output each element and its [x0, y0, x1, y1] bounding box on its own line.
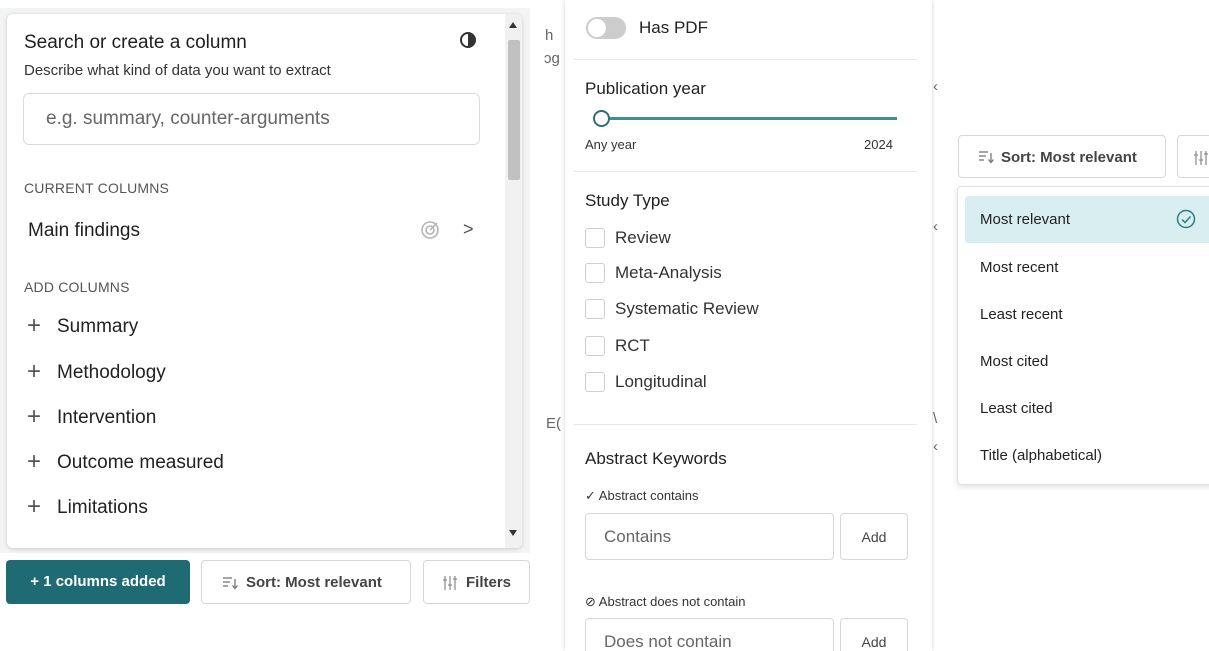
sort-icon: [979, 151, 994, 164]
add-column-label: Summary: [57, 316, 139, 337]
sort-button[interactable]: Sort: Most relevant: [958, 135, 1166, 178]
filters-button[interactable]: Filters: [423, 560, 530, 604]
checkbox[interactable]: [585, 228, 605, 248]
background-text-fragment: h: [545, 27, 554, 44]
add-column-item[interactable]: + Limitations: [7, 490, 502, 528]
sort-button-label: Sort: Most relevant: [1001, 149, 1137, 166]
abstract-not-contains-add-button[interactable]: Add: [840, 618, 908, 651]
study-type-heading: Study Type: [585, 191, 670, 210]
abstract-contains-add-button[interactable]: Add: [840, 513, 908, 560]
background-text-fragment: ɔg: [544, 50, 560, 67]
abstract-contains-input[interactable]: [585, 513, 834, 560]
sort-option-label: Most relevant: [980, 211, 1071, 228]
sort-option-label: Most recent: [980, 259, 1059, 276]
plus-icon: +: [27, 358, 42, 385]
add-column-label: Intervention: [57, 407, 157, 428]
year-min-label: Any year: [585, 137, 637, 152]
checkbox-label: Systematic Review: [615, 299, 759, 318]
year-slider-track[interactable]: [602, 117, 897, 120]
column-search-input[interactable]: [23, 93, 480, 145]
abstract-contains-heading: ✓ Abstract contains: [585, 488, 699, 503]
checkbox[interactable]: [585, 299, 605, 319]
abstract-not-contains-heading: ⊘ Abstract does not contain: [585, 594, 746, 609]
publication-year-heading: Publication year: [585, 79, 706, 98]
sort-option-most-recent[interactable]: Most recent: [965, 244, 1209, 291]
column-panel: Search or create a column Describe what …: [7, 14, 522, 548]
scroll-up-arrow-icon[interactable]: [509, 22, 517, 28]
background-text-fragment: ‹: [933, 438, 938, 455]
toggle-knob: [588, 19, 606, 37]
divider: [574, 171, 917, 172]
has-pdf-label: Has PDF: [639, 18, 708, 37]
year-max-label: 2024: [864, 137, 893, 152]
chevron-right-icon[interactable]: >: [463, 219, 474, 240]
add-columns-heading: ADD COLUMNS: [24, 279, 130, 295]
checkbox-label: RCT: [615, 336, 650, 355]
sort-option-most-relevant[interactable]: Most relevant: [965, 196, 1209, 243]
sort-dropdown-menu: Most relevant Most recent Least recent M…: [957, 186, 1209, 485]
add-column-label: Outcome measured: [57, 452, 224, 473]
scrollbar-thumb[interactable]: [508, 40, 520, 180]
checkbox[interactable]: [585, 336, 605, 356]
column-panel-subtitle: Describe what kind of data you want to e…: [24, 62, 331, 79]
sort-option-title-alphabetical[interactable]: Title (alphabetical): [965, 432, 1209, 479]
checkbox[interactable]: [585, 372, 605, 392]
abstract-keywords-heading: Abstract Keywords: [585, 449, 727, 468]
add-column-item[interactable]: + Summary: [7, 309, 502, 347]
abstract-not-contains-input[interactable]: [585, 618, 834, 651]
columns-added-button[interactable]: + 1 columns added: [6, 560, 190, 604]
year-slider-handle[interactable]: [593, 110, 610, 127]
checkbox-label: Meta-Analysis: [615, 263, 722, 282]
column-panel-title: Search or create a column: [24, 32, 247, 53]
sort-icon: [223, 577, 238, 590]
sliders-icon: [443, 576, 457, 590]
filters-button[interactable]: [1177, 135, 1209, 178]
sort-option-label: Least cited: [980, 400, 1053, 417]
checkbox-label: Review: [615, 228, 671, 247]
sort-option-least-cited[interactable]: Least cited: [965, 385, 1209, 432]
sort-button[interactable]: Sort: Most relevant: [201, 560, 411, 604]
current-columns-heading: CURRENT COLUMNS: [24, 180, 170, 196]
scroll-down-arrow-icon[interactable]: [509, 530, 517, 536]
background-text-fragment: ‹: [933, 78, 938, 95]
add-column-label: Methodology: [57, 362, 166, 383]
checkbox[interactable]: [585, 263, 605, 283]
background-text-fragment: \: [933, 410, 938, 427]
plus-icon: +: [27, 312, 42, 339]
divider: [574, 424, 917, 425]
plus-icon: +: [27, 403, 42, 430]
plus-icon: +: [27, 493, 42, 520]
sliders-icon: [1194, 151, 1208, 165]
plus-icon: +: [27, 448, 42, 475]
current-column-label: Main findings: [28, 220, 140, 241]
filters-button-label: Filters: [466, 574, 512, 591]
add-column-item[interactable]: + Methodology: [7, 355, 502, 393]
check-circle-icon: [1176, 209, 1196, 229]
toggle-icon[interactable]: [458, 30, 478, 50]
sort-option-most-cited[interactable]: Most cited: [965, 338, 1209, 385]
sort-button-label: Sort: Most relevant: [246, 574, 382, 591]
sort-option-label: Title (alphabetical): [980, 447, 1102, 464]
background-text-fragment: E(: [546, 415, 561, 432]
divider: [574, 59, 917, 60]
add-column-item[interactable]: + Intervention: [7, 400, 502, 438]
background-text-fragment: ‹: [933, 218, 938, 235]
current-column-row[interactable]: Main findings >: [7, 210, 502, 250]
sort-option-label: Least recent: [980, 306, 1063, 323]
filters-panel: Has PDF Publication year Any year 2024 S…: [565, 0, 932, 651]
target-icon[interactable]: [419, 219, 441, 241]
sort-option-least-recent[interactable]: Least recent: [965, 291, 1209, 338]
sort-option-label: Most cited: [980, 353, 1049, 370]
add-column-item[interactable]: + Outcome measured: [7, 445, 502, 483]
checkbox-label: Longitudinal: [615, 372, 707, 391]
add-column-label: Limitations: [57, 497, 148, 518]
